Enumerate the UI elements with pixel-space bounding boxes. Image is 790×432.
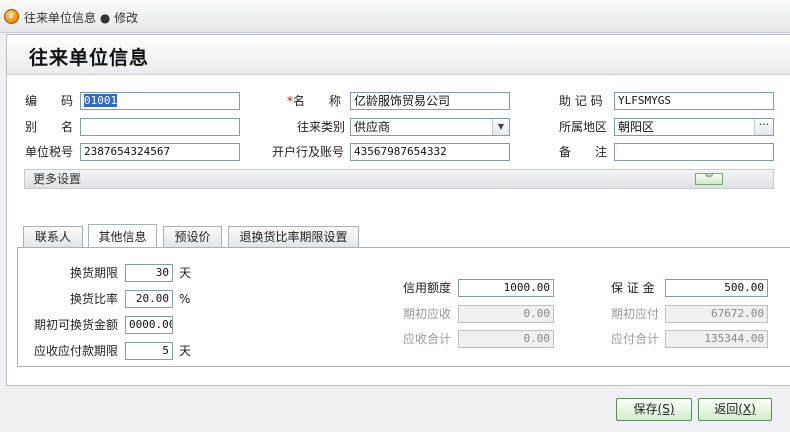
name-label: *名 称 — [287, 92, 341, 110]
code-label: 编 码 — [25, 94, 74, 108]
initial-payable-label: 期初应付 — [611, 307, 660, 321]
code-input[interactable]: 01001 — [80, 92, 240, 110]
category-value: 供应商 — [354, 120, 391, 134]
mnemonic-label: 助 记 码 — [559, 94, 603, 108]
save-button[interactable]: 保存(S) — [616, 398, 692, 421]
alias-input[interactable] — [80, 118, 240, 136]
deposit-input[interactable]: 500.00 — [665, 279, 768, 297]
category-select[interactable]: 供应商 ▼ — [350, 118, 510, 136]
tax-no-label: 单位税号 — [25, 145, 74, 159]
tax-no-input[interactable]: 2387654324567 — [80, 143, 240, 161]
page-header: 往来单位信息 — [7, 35, 790, 75]
initial-receivable-label: 期初应收 — [403, 307, 452, 321]
category-label: 往来类别 — [297, 120, 346, 134]
credit-limit-input[interactable]: 1000.00 — [458, 279, 554, 297]
more-settings-label: 更多设置 — [33, 172, 82, 186]
initial-exchange-amount-input[interactable]: 0000.00 — [125, 316, 173, 334]
main-panel: 往来单位信息 编 码 01001 *名 称 亿龄服饰贸易公司 助 记 码 YLF… — [6, 34, 790, 386]
double-chevron-down-icon[interactable]: ︾ — [695, 173, 723, 185]
window-title: 往来单位信息 ● 修改 — [24, 11, 139, 25]
initial-exchange-amount-label: 期初可换货金额 — [34, 318, 119, 332]
exchange-ratio-label: 换货比率 — [70, 292, 119, 306]
chevron-down-icon[interactable]: ▼ — [492, 119, 509, 135]
region-input[interactable]: 朝阳区 ··· — [614, 118, 774, 136]
other-info-tab-panel: 换货期限 30 天 换货比率 20.00 % 期初可换货金额 0000.00 应… — [17, 247, 790, 367]
window-titlebar: r 往来单位信息 ● 修改 — [0, 0, 790, 33]
back-button[interactable]: 返回(X) — [698, 398, 772, 421]
ar-ap-period-unit: 天 — [179, 344, 192, 358]
ar-ap-period-label: 应收应付款期限 — [34, 344, 119, 358]
region-value: 朝阳区 — [618, 120, 655, 134]
tab-preset-price[interactable]: 预设价 — [163, 226, 222, 247]
ellipsis-icon[interactable]: ··· — [754, 119, 773, 135]
tab-contacts[interactable]: 联系人 — [23, 226, 83, 247]
back-button-mnemonic: (X) — [738, 402, 756, 416]
region-label: 所属地区 — [559, 120, 608, 134]
initial-receivable-input: 0.00 — [458, 305, 554, 323]
total-receivable-input: 0.00 — [458, 330, 554, 348]
exchange-period-unit: 天 — [179, 266, 192, 280]
initial-payable-input: 67672.00 — [665, 305, 768, 323]
name-input[interactable]: 亿龄服饰贸易公司 — [350, 92, 510, 110]
deposit-label: 保 证 金 — [611, 281, 655, 295]
code-value: 01001 — [84, 94, 118, 107]
remark-label: 备 注 — [559, 145, 608, 159]
exchange-period-label: 换货期限 — [70, 266, 119, 280]
exchange-ratio-unit: % — [179, 292, 191, 306]
exchange-period-input[interactable]: 30 — [125, 264, 173, 282]
total-receivable-label: 应收合计 — [403, 332, 452, 346]
bank-account-label: 开户行及账号 — [272, 145, 345, 159]
name-label-text: 名 称 — [293, 94, 342, 108]
credit-limit-label: 信用额度 — [403, 281, 452, 295]
tab-other-info[interactable]: 其他信息 — [88, 224, 157, 247]
total-payable-label: 应付合计 — [611, 332, 660, 346]
mnemonic-input[interactable]: YLFSMYGS — [614, 92, 774, 110]
app-logo-icon: r — [4, 9, 19, 24]
alias-label: 别 名 — [25, 120, 74, 134]
remark-input[interactable] — [614, 143, 774, 161]
exchange-ratio-input[interactable]: 20.00 — [125, 290, 173, 308]
page-title: 往来单位信息 — [29, 47, 150, 69]
back-button-label: 返回 — [714, 402, 739, 416]
ar-ap-period-input[interactable]: 5 — [125, 342, 173, 360]
tab-return-exchange-settings[interactable]: 退换货比率期限设置 — [228, 226, 359, 247]
bank-account-input[interactable]: 43567987654332 — [350, 143, 510, 161]
save-button-label: 保存 — [633, 402, 658, 416]
save-button-mnemonic: (S) — [657, 402, 675, 416]
total-payable-input: 135344.00 — [665, 330, 768, 348]
more-settings-bar[interactable]: 更多设置 ︾ — [24, 169, 774, 189]
